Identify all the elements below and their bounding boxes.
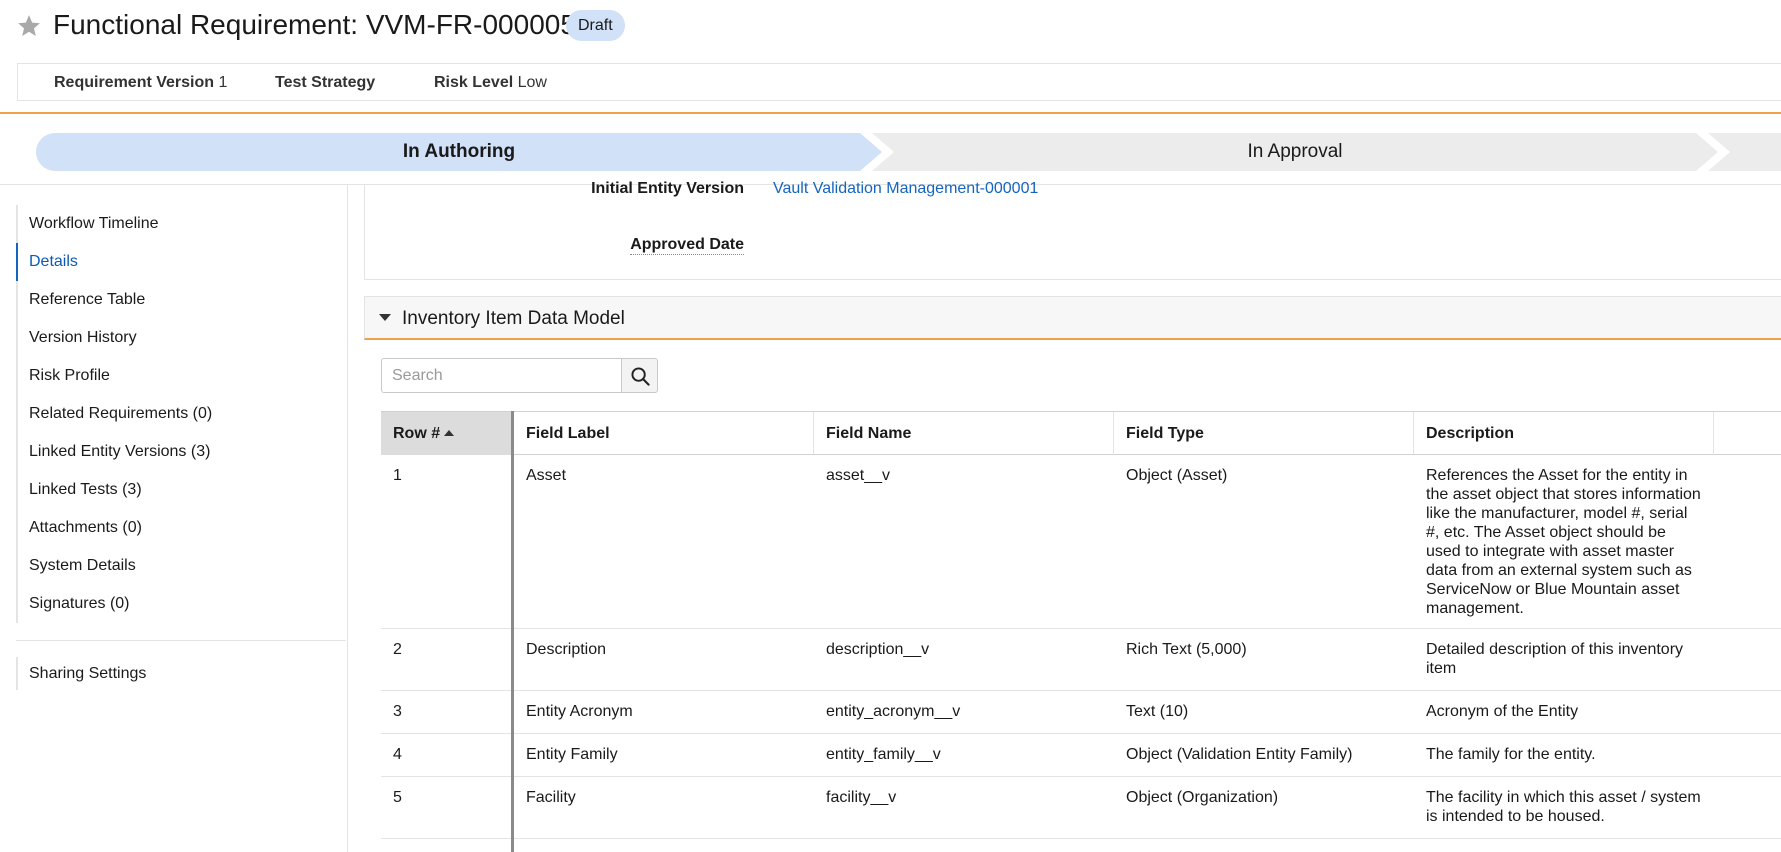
search-icon	[631, 367, 650, 386]
cell-row-number: 3	[393, 703, 402, 720]
cell-row-number: 1	[393, 467, 402, 484]
cell-field-label: Description	[526, 641, 607, 658]
column-header-field-name[interactable]: Field Name	[814, 412, 1114, 455]
sort-ascending-icon	[444, 430, 455, 436]
stage-next[interactable]	[1708, 133, 1781, 171]
cell-field-name: entity_family__v	[826, 746, 941, 763]
cell-field-type: Text (10)	[1126, 703, 1189, 720]
sidebar-item-risk-profile[interactable]: Risk Profile	[18, 357, 346, 395]
cell-field-label: Facility	[526, 789, 576, 806]
attr-value: 1	[218, 74, 228, 91]
table-row[interactable]: 4 Entity Family entity_family__v Object …	[381, 734, 1781, 777]
cell-field-type: Rich Text (5,000)	[1126, 641, 1247, 658]
cell-field-name: facility__v	[826, 789, 897, 806]
cell-field-name: asset__v	[826, 467, 891, 484]
initial-entity-version-link[interactable]: Vault Validation Management-000001	[773, 180, 1038, 198]
cell-field-name: description__v	[826, 641, 930, 658]
cell-field-type: Object (Organization)	[1126, 789, 1279, 806]
column-header-row-number[interactable]: Row #	[381, 412, 511, 455]
attribute-bar: Requirement Version 1 Test Strategy Risk…	[17, 63, 1781, 101]
page-title: Functional Requirement: VVM-FR-000005	[53, 9, 576, 40]
table-row[interactable]: 1 Asset asset__v Object (Asset) Referenc…	[381, 455, 1781, 629]
sidebar-item-sharing-settings[interactable]: Sharing Settings	[16, 657, 346, 690]
attr-risk-level: Risk Level Low	[434, 74, 547, 92]
column-header-label: Row #	[393, 425, 441, 442]
sidebar-divider	[16, 640, 346, 641]
cell-row-number: 4	[393, 746, 402, 763]
details-panel: Initial Entity Version Vault Validation …	[364, 180, 1781, 280]
cell-field-label: Entity Family	[526, 746, 618, 763]
table-header: Row # Field Label Field Name Field Type …	[381, 411, 1781, 455]
caret-down-icon[interactable]	[379, 314, 391, 321]
table-row[interactable]: 5 Facility facility__v Object (Organizat…	[381, 777, 1781, 839]
star-icon[interactable]	[15, 13, 43, 39]
section-title: Inventory Item Data Model	[402, 308, 625, 329]
attr-value: Low	[517, 74, 547, 91]
sidebar: Workflow Timeline Details Reference Tabl…	[0, 185, 348, 852]
search-button[interactable]	[621, 358, 658, 393]
sidebar-item-workflow-timeline[interactable]: Workflow Timeline	[18, 205, 346, 243]
attr-label: Requirement Version	[54, 74, 215, 91]
search-input[interactable]	[381, 358, 622, 393]
table-row[interactable]: 2 Description description__v Rich Text (…	[381, 629, 1781, 691]
cell-description: The facility in which this asset / syste…	[1426, 789, 1701, 825]
table-row[interactable]: 3 Entity Acronym entity_acronym__v Text …	[381, 691, 1781, 734]
attr-requirement-version: Requirement Version 1	[54, 74, 227, 92]
sidebar-item-related-requirements[interactable]: Related Requirements (0)	[18, 395, 346, 433]
attr-test-strategy: Test Strategy	[275, 74, 375, 92]
workflow-stages: In Authoring In Approval	[0, 114, 1781, 184]
cell-row-number: 5	[393, 789, 402, 806]
attr-label: Test Strategy	[275, 74, 376, 91]
cell-field-type: Object (Validation Entity Family)	[1126, 746, 1353, 763]
cell-description: Acronym of the Entity	[1426, 703, 1579, 720]
cell-description: Detailed description of this inventory i…	[1426, 641, 1684, 677]
cell-description: References the Asset for the entity in t…	[1426, 467, 1701, 617]
cell-field-label: Entity Acronym	[526, 703, 633, 720]
sidebar-item-reference-table[interactable]: Reference Table	[18, 281, 346, 319]
sidebar-item-attachments[interactable]: Attachments (0)	[18, 509, 346, 547]
sidebar-item-system-details[interactable]: System Details	[18, 547, 346, 585]
cell-field-label: Asset	[526, 467, 567, 484]
frozen-column-divider[interactable]	[511, 411, 514, 852]
cell-row-number: 2	[393, 641, 402, 658]
cell-field-name: entity_acronym__v	[826, 703, 961, 720]
section-header[interactable]: Inventory Item Data Model	[364, 296, 1781, 340]
approved-date-label: Approved Date	[630, 236, 744, 255]
sidebar-item-linked-tests[interactable]: Linked Tests (3)	[18, 471, 346, 509]
initial-entity-version-label: Initial Entity Version	[591, 180, 744, 197]
stage-in-approval[interactable]: In Approval	[872, 133, 1718, 171]
sidebar-item-linked-entity-versions[interactable]: Linked Entity Versions (3)	[18, 433, 346, 471]
stage-in-authoring[interactable]: In Authoring	[36, 133, 882, 171]
column-header-description[interactable]: Description	[1414, 412, 1714, 455]
sidebar-nav: Workflow Timeline Details Reference Tabl…	[16, 205, 346, 623]
status-badge: Draft	[566, 10, 625, 41]
page-header: Functional Requirement: VVM-FR-000005 Dr…	[0, 0, 1781, 55]
cell-field-type: Object (Asset)	[1126, 467, 1228, 484]
sidebar-item-details[interactable]: Details	[16, 243, 346, 281]
cell-description: The family for the entity.	[1426, 746, 1596, 763]
column-header-field-type[interactable]: Field Type	[1114, 412, 1414, 455]
column-header-field-label[interactable]: Field Label	[514, 412, 814, 455]
attr-label: Risk Level	[434, 74, 514, 91]
sidebar-item-version-history[interactable]: Version History	[18, 319, 346, 357]
sidebar-item-signatures[interactable]: Signatures (0)	[18, 585, 346, 623]
